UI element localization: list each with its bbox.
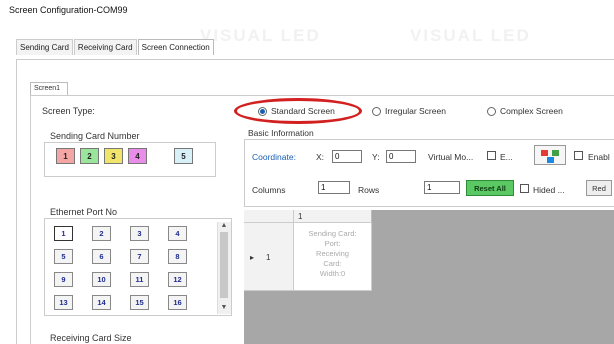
x-input[interactable]: 0: [332, 150, 362, 163]
ethernet-port-9-button[interactable]: 9: [54, 272, 73, 287]
sending-card-1-button[interactable]: 1: [56, 148, 75, 164]
ethernet-port-11-button[interactable]: 11: [130, 272, 149, 287]
cell-line: Card:: [323, 259, 342, 268]
cell-line: Sending Card:: [308, 229, 357, 238]
ethernet-port-6-button[interactable]: 6: [92, 249, 111, 264]
ethernet-port-14-button[interactable]: 14: [92, 295, 111, 310]
virtual-mode-label: Virtual Mo...: [428, 152, 474, 162]
rows-input[interactable]: 1: [424, 181, 460, 194]
irregular-screen-label: Irregular Screen: [385, 106, 446, 116]
ethernet-port-2-button[interactable]: 2: [92, 226, 111, 241]
grid-corner: [244, 210, 294, 223]
sending-card-label: Sending Card Number: [50, 131, 140, 141]
y-input[interactable]: 0: [386, 150, 416, 163]
receiving-card-size-label: Receiving Card Size: [50, 333, 132, 343]
red-button[interactable]: Red: [586, 180, 612, 196]
grid-row-header[interactable]: ▸ 1: [244, 223, 294, 291]
ethernet-port-8-button[interactable]: 8: [168, 249, 187, 264]
highlight-annotation: [234, 98, 362, 124]
tab-screen1[interactable]: Screen1: [30, 82, 68, 95]
hided-label: Hided ...: [533, 185, 565, 195]
columns-label: Columns: [252, 185, 286, 195]
rows-label: Rows: [358, 185, 380, 195]
ethernet-port-15-button[interactable]: 15: [130, 295, 149, 310]
tab-screen-connection[interactable]: Screen Connection: [137, 39, 214, 55]
cell-line: Port:: [324, 239, 341, 248]
complex-screen-radio[interactable]: Complex Screen: [487, 106, 563, 116]
complex-screen-label: Complex Screen: [500, 106, 563, 116]
scroll-up-icon[interactable]: ▲: [218, 222, 230, 229]
scroll-down-icon[interactable]: ▼: [218, 304, 230, 311]
ethernet-port-label: Ethernet Port No: [50, 207, 118, 217]
row-number: 1: [266, 253, 271, 262]
sending-card-5-button[interactable]: 5: [174, 148, 193, 164]
window-title: Screen Configuration-COM99: [0, 0, 614, 24]
ethernet-port-12-button[interactable]: 12: [168, 272, 187, 287]
sending-card-3-button[interactable]: 3: [104, 148, 123, 164]
radio-unchecked-icon: [487, 106, 496, 116]
ethernet-port-5-button[interactable]: 5: [54, 249, 73, 264]
cell-line: Width:0: [319, 269, 346, 278]
sending-card-4-button[interactable]: 4: [128, 148, 147, 164]
e-label: E...: [500, 152, 513, 162]
y-label: Y:: [372, 152, 380, 162]
tab-receiving-card[interactable]: Receiving Card: [73, 39, 137, 55]
watermark: VISUAL LED: [410, 26, 531, 45]
watermark: VISUAL LED: [200, 26, 321, 45]
hided-checkbox[interactable]: [520, 184, 529, 193]
ethernet-port-10-button[interactable]: 10: [92, 272, 111, 287]
grid-column-header[interactable]: 1: [294, 210, 372, 223]
reset-all-button[interactable]: Reset All: [466, 180, 514, 196]
radio-unchecked-icon: [372, 106, 381, 116]
irregular-screen-radio[interactable]: Irregular Screen: [372, 106, 446, 116]
coordinate-label: Coordinate:: [252, 152, 296, 162]
ethernet-port-1-button[interactable]: 1: [54, 226, 73, 241]
enable-label: Enabl: [588, 152, 610, 162]
ethernet-port-4-button[interactable]: 4: [168, 226, 187, 241]
ethernet-port-7-button[interactable]: 7: [130, 249, 149, 264]
ethernet-port-13-button[interactable]: 13: [54, 295, 73, 310]
main-tabs: Sending Card Receiving Card Screen Conne…: [16, 24, 215, 59]
ethernet-scroll-thumb[interactable]: [220, 232, 228, 298]
screen-type-label: Screen Type:: [42, 106, 95, 116]
columns-input[interactable]: 1: [318, 181, 350, 194]
sending-card-2-button[interactable]: 2: [80, 148, 99, 164]
grid-cell[interactable]: Sending Card: Port: Receiving Card: Widt…: [294, 223, 372, 291]
basic-information-label: Basic Information: [248, 128, 314, 138]
tab-sending-card[interactable]: Sending Card: [16, 39, 73, 55]
enable-checkbox[interactable]: [574, 151, 583, 160]
x-label: X:: [316, 152, 325, 162]
e-checkbox[interactable]: [487, 151, 496, 160]
ethernet-port-16-button[interactable]: 16: [168, 295, 187, 310]
row-marker-icon: ▸: [250, 253, 255, 262]
ethernet-port-3-button[interactable]: 3: [130, 226, 149, 241]
cell-line: Receiving: [316, 249, 349, 258]
rgb-icon[interactable]: [534, 145, 566, 165]
